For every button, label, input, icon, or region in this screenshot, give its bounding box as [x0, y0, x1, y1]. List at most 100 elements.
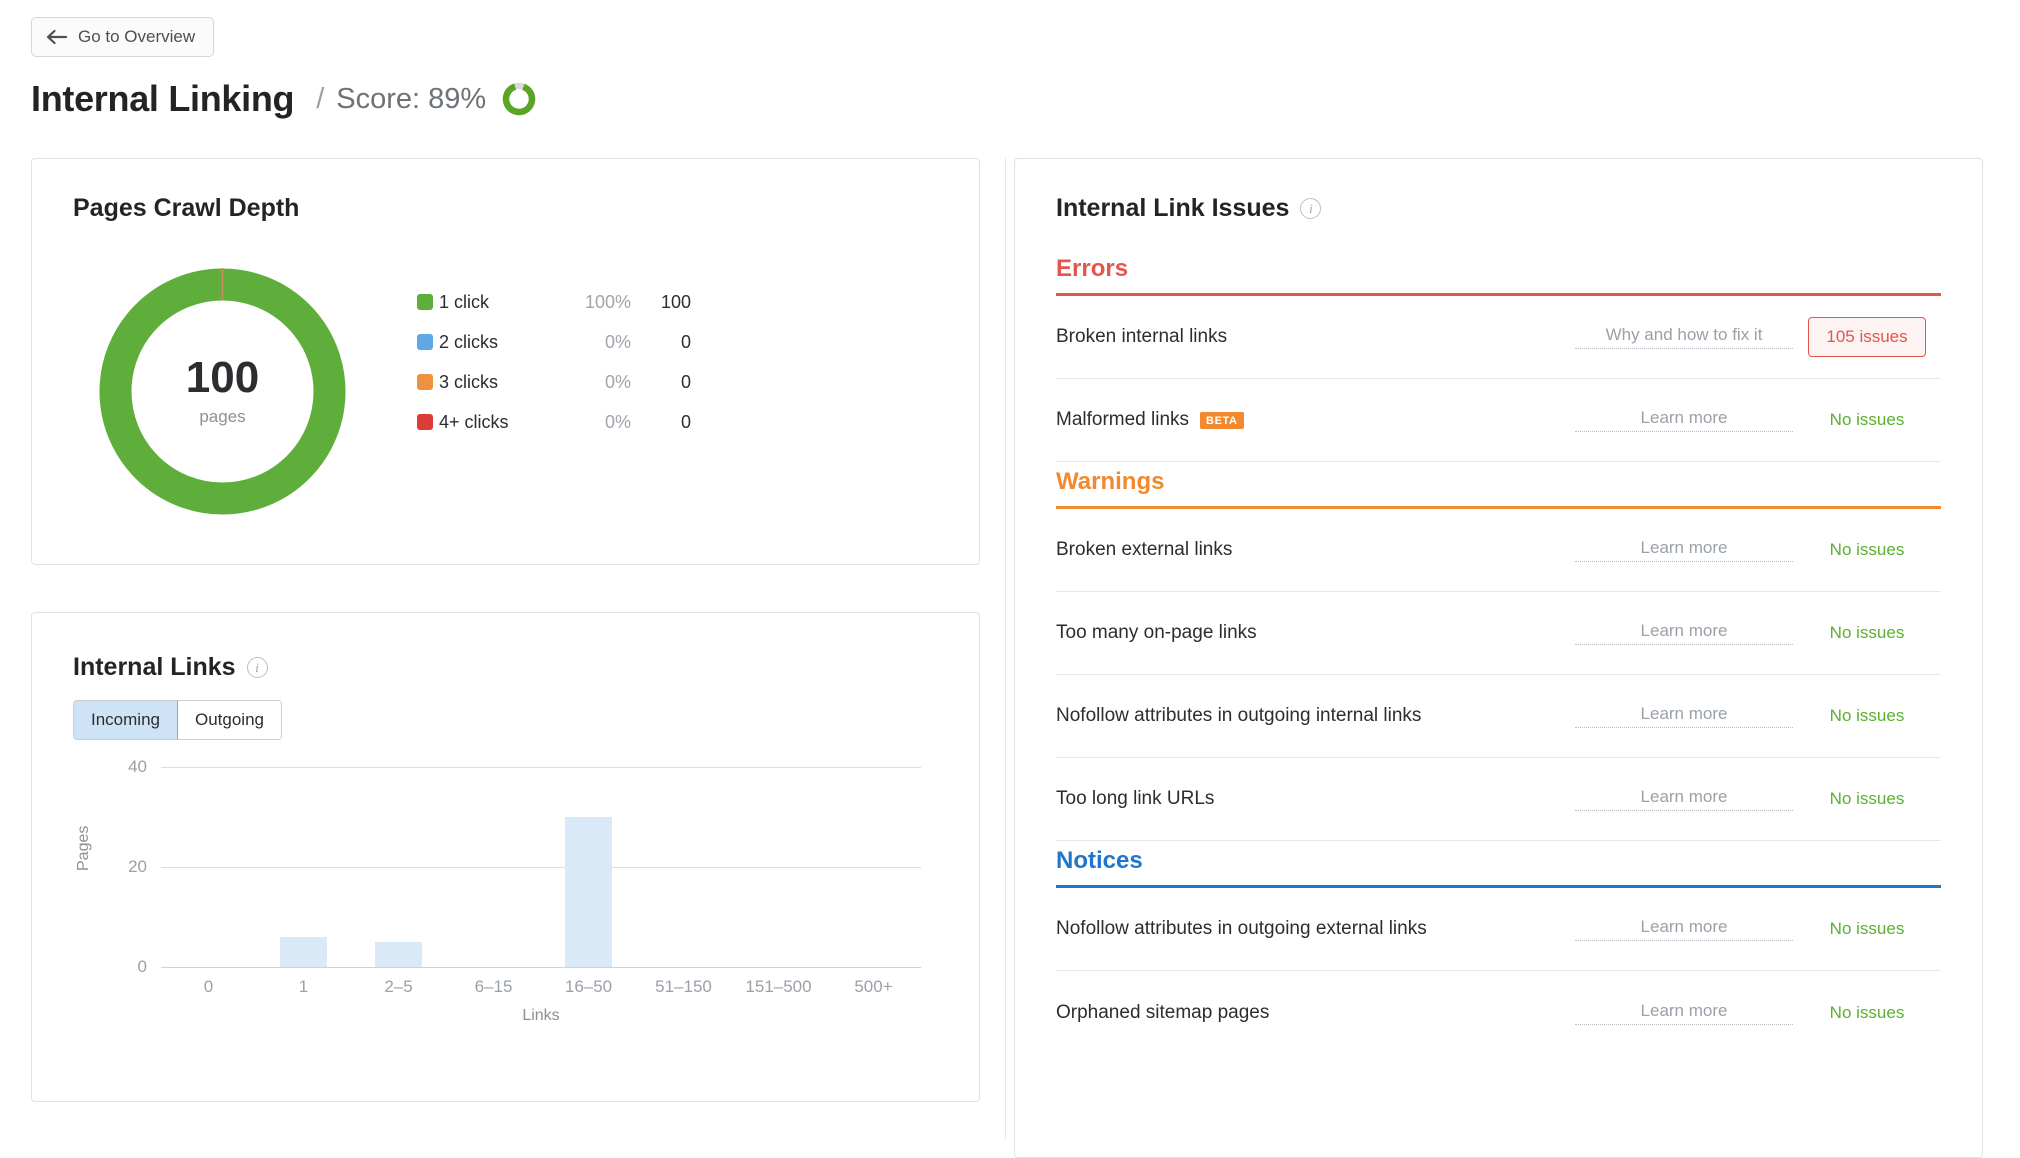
- issue-row: Nofollow attributes in outgoing internal…: [1056, 675, 1941, 758]
- bar-slot: [731, 767, 826, 967]
- page-title: Internal Linking: [31, 78, 295, 119]
- x-tick-151-500: 151–500: [745, 977, 812, 996]
- bar-1[interactable]: [280, 937, 327, 967]
- issue-row: Malformed links BETA Learn more No issue…: [1056, 379, 1941, 462]
- internal-links-bar-chart: Pages 40 20 0 0 1 2–5 6–15 16–50 51–150 …: [73, 753, 943, 1053]
- x-tick-1: 1: [298, 977, 309, 996]
- bar-2-5[interactable]: [375, 942, 422, 967]
- x-tick-0: 0: [203, 977, 214, 996]
- issue-row: Broken internal links Why and how to fix…: [1056, 296, 1941, 379]
- legend-label-4-plus-clicks: 4+ clicks: [439, 411, 509, 432]
- issues-list: Errors Broken internal links Why and how…: [1056, 249, 1941, 1054]
- internal-link-issues-title: Internal Link Issues: [1056, 194, 1290, 222]
- x-tick-6-15: 6–15: [474, 977, 513, 996]
- legend-item: 2 clicks 0% 0: [417, 322, 691, 362]
- internal-link-issues-header: Internal Link Issues i: [1056, 194, 1322, 223]
- legend-count-3-clicks: 0: [680, 371, 691, 392]
- legend-swatch-1-click: [417, 294, 433, 310]
- bar-slot: [161, 767, 256, 967]
- legend-count-1-click: 100: [660, 291, 691, 312]
- chart-bars: [161, 767, 921, 967]
- x-tick-51-150: 51–150: [655, 977, 712, 996]
- legend-swatch-3-clicks: [417, 374, 433, 390]
- legend-item: 1 click 100% 100: [417, 282, 691, 322]
- legend-swatch-4-plus-clicks: [417, 414, 433, 430]
- y-tick-0: 0: [137, 957, 147, 976]
- group-heading-notices: Notices: [1056, 847, 1143, 874]
- crawl-depth-legend: 1 click 100% 100 2 clicks 0% 0 3 clicks …: [417, 282, 691, 442]
- internal-links-title: Internal Links: [73, 653, 236, 681]
- issue-link-learn-more[interactable]: Learn more: [1575, 408, 1793, 432]
- legend-label-3-clicks: 3 clicks: [439, 371, 499, 392]
- issue-status: No issues: [1829, 410, 1905, 429]
- chart-plot-area: 40 20 0: [128, 757, 921, 976]
- x-tick-2-5: 2–5: [384, 977, 413, 996]
- legend-item: 4+ clicks 0% 0: [417, 402, 691, 442]
- internal-links-card: Internal Links i Incoming Outgoing Pages…: [31, 612, 980, 1102]
- tab-incoming[interactable]: Incoming: [74, 701, 178, 739]
- legend-swatch-2-clicks: [417, 334, 433, 350]
- legend-label-2-clicks: 2 clicks: [439, 331, 499, 352]
- issue-count-badge[interactable]: 105 issues: [1808, 317, 1926, 357]
- issue-name-too-many-on-page-links: Too many on-page links: [1056, 622, 1257, 643]
- issue-badge-container: 105 issues: [1793, 317, 1941, 357]
- legend-percent-2-clicks: 0%: [604, 331, 631, 352]
- crawl-depth-total-unit: pages: [199, 407, 246, 426]
- legend-item: 3 clicks 0% 0: [417, 362, 691, 402]
- bar-slot: [446, 767, 541, 967]
- issue-label: Malformed links: [1056, 409, 1190, 430]
- issue-status: No issues: [1829, 540, 1905, 559]
- pages-crawl-depth-card: Pages Crawl Depth 100 pages 1 click 100%…: [31, 158, 980, 565]
- issue-row: Too long link URLs Learn more No issues: [1056, 758, 1941, 841]
- issue-status: No issues: [1829, 919, 1905, 938]
- chart-x-axis-label: Links: [522, 1007, 560, 1024]
- gridline-0: [161, 967, 921, 968]
- issue-link-learn-more[interactable]: Learn more: [1575, 787, 1793, 811]
- score-label: Score: 89%: [336, 82, 487, 115]
- bar-slot: [256, 767, 351, 967]
- info-icon[interactable]: i: [246, 657, 268, 678]
- info-icon[interactable]: i: [1300, 198, 1322, 219]
- issue-link-learn-more[interactable]: Learn more: [1575, 704, 1793, 728]
- legend-count-4-plus-clicks: 0: [680, 411, 691, 432]
- legend-label-1-click: 1 click: [439, 291, 490, 312]
- go-to-overview-label: Go to Overview: [78, 27, 196, 46]
- bar-slot: [351, 767, 446, 967]
- panel-divider: [1005, 158, 1006, 1139]
- legend-percent-1-click: 100%: [584, 291, 631, 312]
- bar-slot: [636, 767, 731, 967]
- issue-name-nofollow-outgoing-internal: Nofollow attributes in outgoing internal…: [1056, 705, 1422, 726]
- pages-crawl-depth-title: Pages Crawl Depth: [73, 194, 300, 222]
- internal-links-header: Internal Links i: [73, 653, 268, 682]
- issue-row: Broken external links Learn more No issu…: [1056, 509, 1941, 592]
- internal-link-issues-card: Internal Link Issues i Errors Broken int…: [1014, 158, 1983, 1158]
- issue-name-nofollow-outgoing-external: Nofollow attributes in outgoing external…: [1056, 918, 1427, 939]
- issue-row: Nofollow attributes in outgoing external…: [1056, 888, 1941, 971]
- issue-link-learn-more[interactable]: Learn more: [1575, 538, 1793, 562]
- chart-x-tick-labels: 0 1 2–5 6–15 16–50 51–150 151–500 500+: [161, 977, 921, 997]
- beta-badge: BETA: [1200, 411, 1244, 429]
- issue-status: No issues: [1829, 706, 1905, 725]
- bar-slot: [826, 767, 921, 967]
- bar-16-50[interactable]: [565, 817, 612, 967]
- links-direction-toggle[interactable]: Incoming Outgoing: [73, 700, 282, 740]
- group-heading-errors: Errors: [1056, 255, 1129, 282]
- arrow-left-icon: [46, 29, 68, 45]
- tab-outgoing[interactable]: Outgoing: [177, 701, 281, 739]
- issue-link-why-and-how-to-fix-it[interactable]: Why and how to fix it: [1575, 325, 1793, 349]
- issue-name-broken-internal-links: Broken internal links: [1056, 326, 1228, 347]
- issue-link-learn-more[interactable]: Learn more: [1575, 1001, 1793, 1025]
- legend-percent-3-clicks: 0%: [604, 371, 631, 392]
- score-ring-icon: [502, 82, 536, 116]
- issue-name-broken-external-links: Broken external links: [1056, 539, 1233, 560]
- y-tick-20: 20: [128, 857, 147, 876]
- issue-row: Orphaned sitemap pages Learn more No iss…: [1056, 971, 1941, 1054]
- legend-percent-4-plus-clicks: 0%: [604, 411, 631, 432]
- issue-name-too-long-link-urls: Too long link URLs: [1056, 788, 1215, 809]
- y-tick-40: 40: [128, 757, 147, 776]
- issue-link-learn-more[interactable]: Learn more: [1575, 917, 1793, 941]
- x-tick-500-plus: 500+: [854, 977, 893, 996]
- go-to-overview-button[interactable]: Go to Overview: [31, 17, 215, 57]
- issue-link-learn-more[interactable]: Learn more: [1575, 621, 1793, 645]
- crawl-depth-total-value: 100: [185, 353, 260, 402]
